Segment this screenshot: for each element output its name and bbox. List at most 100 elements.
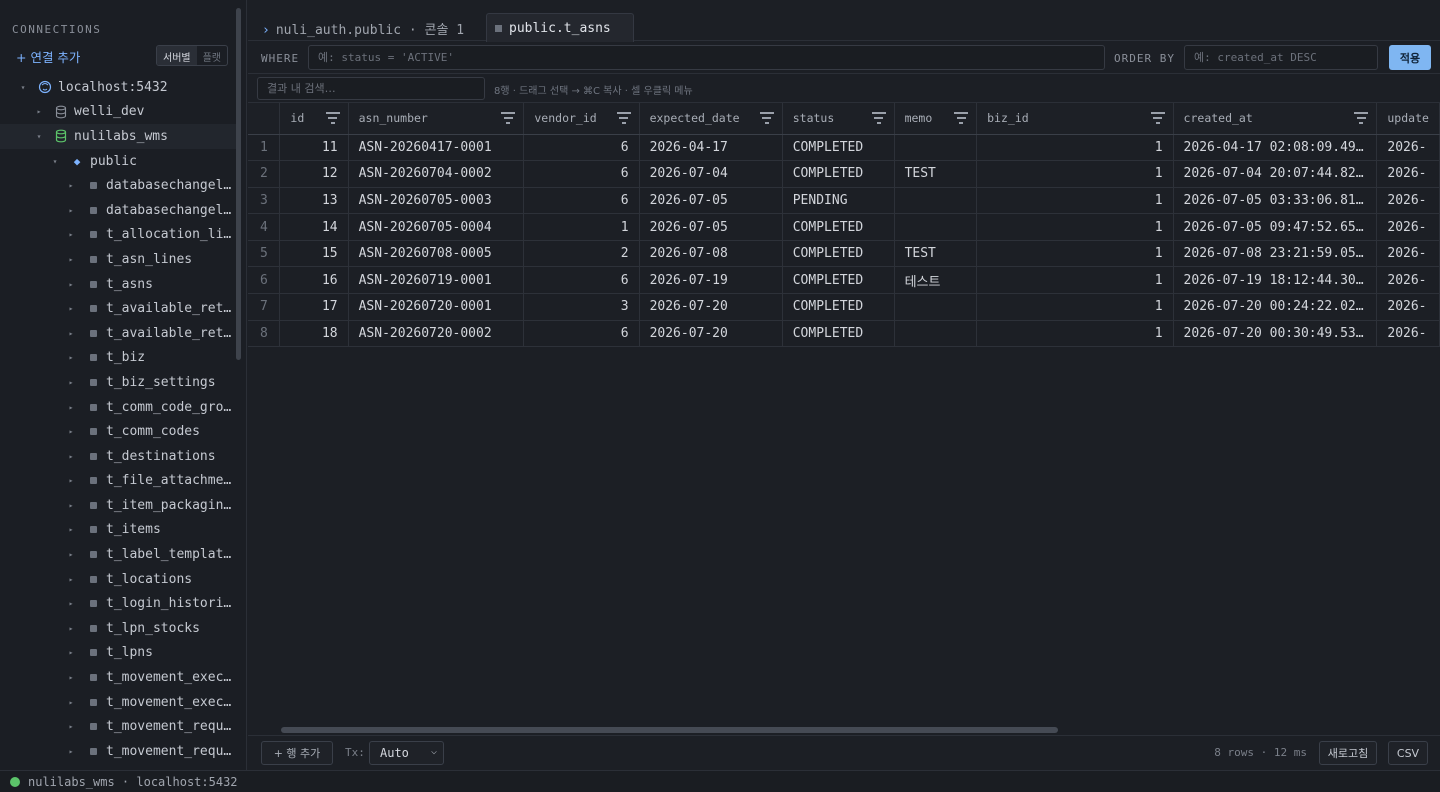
chevron-right-icon[interactable]: ▸: [66, 280, 76, 289]
toggle-flat[interactable]: 플랫: [197, 46, 227, 65]
tree-item[interactable]: ▸ t_movement_exec…: [0, 690, 236, 715]
tree-item[interactable]: ▸ welli_dev: [0, 100, 236, 125]
chevron-right-icon[interactable]: ▸: [66, 329, 76, 338]
tree-item[interactable]: ▾ nulilabs_wms: [0, 124, 236, 149]
table-cell[interactable]: ASN-20260708-0005: [348, 240, 525, 268]
table-cell[interactable]: 6: [523, 187, 640, 215]
csv-export-button[interactable]: CSV: [1388, 741, 1428, 765]
order-by-input[interactable]: [1184, 45, 1378, 70]
table-row[interactable]: 7 17 ASN-20260720-0001 3 2026-07-20 COMPLETED…: [248, 293, 1440, 321]
table-cell[interactable]: 2026-: [1376, 213, 1440, 241]
table-cell[interactable]: 2026-07-20: [639, 320, 783, 348]
table-cell[interactable]: ASN-20260720-0001: [348, 293, 525, 321]
table-cell[interactable]: 11: [279, 134, 349, 162]
table-cell[interactable]: 1: [976, 293, 1174, 321]
column-header[interactable]: asn_number: [348, 103, 525, 135]
table-cell[interactable]: 2026-07-20: [639, 293, 783, 321]
chevron-right-icon[interactable]: ▸: [66, 648, 76, 657]
table-row[interactable]: 8 18 ASN-20260720-0002 6 2026-07-20 COMPLETED…: [248, 320, 1440, 348]
table-cell[interactable]: 1: [523, 213, 640, 241]
table-cell[interactable]: 1: [976, 134, 1174, 162]
chevron-right-icon[interactable]: ▸: [66, 353, 76, 362]
tree-item[interactable]: ▸ t_item_packagin…: [0, 493, 236, 518]
table-cell[interactable]: ASN-20260704-0002: [348, 160, 525, 188]
table-row[interactable]: 1 11 ASN-20260417-0001 6 2026-04-17 COMPLETED…: [248, 134, 1440, 162]
chevron-right-icon[interactable]: ▸: [66, 673, 76, 682]
table-cell[interactable]: COMPLETED: [782, 160, 895, 188]
table-cell[interactable]: TEST: [894, 240, 978, 268]
tree-item[interactable]: ▸ t_movement_exec…: [0, 665, 236, 690]
chevron-right-icon[interactable]: ▸: [66, 525, 76, 534]
tree-item[interactable]: ▸ t_available_ret…: [0, 321, 236, 346]
column-header[interactable]: biz_id: [976, 103, 1174, 135]
tree-item[interactable]: ▸ t_asn_lines: [0, 247, 236, 272]
chevron-right-icon[interactable]: ▸: [66, 501, 76, 510]
tree-item[interactable]: ▸ databasechangel…: [0, 173, 236, 198]
tree-item[interactable]: ▸ t_available_ret…: [0, 296, 236, 321]
add-row-button[interactable]: + 행 추가: [261, 741, 333, 765]
table-cell[interactable]: 2026-04-17 02:08:09.49…: [1173, 134, 1378, 162]
column-header[interactable]: created_at: [1173, 103, 1378, 135]
table-cell[interactable]: COMPLETED: [782, 134, 895, 162]
apply-button[interactable]: 적용: [1389, 45, 1431, 70]
table-cell[interactable]: ASN-20260417-0001: [348, 134, 525, 162]
table-cell[interactable]: COMPLETED: [782, 320, 895, 348]
tree-item[interactable]: ▸ t_destinations: [0, 444, 236, 469]
filter-icon[interactable]: [1354, 112, 1369, 127]
tree-item[interactable]: ▸ t_items: [0, 518, 236, 543]
sidebar-scrollbar[interactable]: [236, 8, 241, 360]
table-cell[interactable]: 2026-: [1376, 134, 1440, 162]
result-search-input[interactable]: [257, 77, 485, 100]
filter-icon[interactable]: [871, 112, 886, 127]
chevron-right-icon[interactable]: ▸: [66, 403, 76, 412]
table-cell[interactable]: 2026-: [1376, 187, 1440, 215]
tab-console[interactable]: › nuli_auth.public · 콘솔 1: [262, 19, 464, 38]
toggle-by-server[interactable]: 서버별: [157, 46, 197, 65]
chevron-down-icon[interactable]: ▾: [18, 83, 28, 92]
chevron-down-icon[interactable]: ▾: [34, 132, 44, 141]
table-cell[interactable]: [894, 320, 978, 348]
table-cell[interactable]: [894, 187, 978, 215]
table-row[interactable]: 4 14 ASN-20260705-0004 1 2026-07-05 COMPLETED…: [248, 213, 1440, 241]
chevron-right-icon[interactable]: ▸: [66, 575, 76, 584]
chevron-right-icon[interactable]: ▸: [66, 550, 76, 559]
table-cell[interactable]: 2026-07-19: [639, 266, 783, 295]
table-cell[interactable]: 2026-07-20 00:30:49.53…: [1173, 320, 1378, 348]
table-cell[interactable]: 2026-: [1376, 320, 1440, 348]
table-cell[interactable]: 2026-07-08 23:21:59.05…: [1173, 240, 1378, 268]
table-cell[interactable]: [894, 213, 978, 241]
tree-item[interactable]: ▸ t_login_histori…: [0, 591, 236, 616]
tree-item[interactable]: ▸ t_movement_requ…: [0, 714, 236, 739]
table-cell[interactable]: 6: [523, 134, 640, 162]
filter-icon[interactable]: [616, 112, 631, 127]
chevron-right-icon[interactable]: ▸: [66, 476, 76, 485]
table-cell[interactable]: 14: [279, 213, 349, 241]
add-connection-button[interactable]: + 연결 추가: [16, 47, 80, 66]
table-cell[interactable]: 6: [523, 160, 640, 188]
tree-item[interactable]: ▸ t_file_attachme…: [0, 469, 236, 494]
table-row[interactable]: 3 13 ASN-20260705-0003 6 2026-07-05 PENDING 1 2…: [248, 187, 1440, 215]
table-cell[interactable]: 2026-: [1376, 240, 1440, 268]
horizontal-scrollbar[interactable]: [281, 727, 1058, 733]
table-cell[interactable]: 3: [523, 293, 640, 321]
tree-item[interactable]: ▸ t_movement_requ…: [0, 739, 236, 764]
table-cell[interactable]: 16: [279, 266, 349, 295]
table-cell[interactable]: TEST: [894, 160, 978, 188]
tree-item[interactable]: ▸ t_comm_codes: [0, 419, 236, 444]
table-cell[interactable]: 13: [279, 187, 349, 215]
chevron-right-icon[interactable]: ▸: [66, 304, 76, 313]
chevron-right-icon[interactable]: ▸: [66, 599, 76, 608]
tree-item[interactable]: ▸ t_biz_settings: [0, 370, 236, 395]
table-cell[interactable]: 2026-07-04 20:07:44.82…: [1173, 160, 1378, 188]
table-cell[interactable]: 6: [523, 266, 640, 295]
column-header[interactable]: expected_date: [639, 103, 783, 135]
chevron-right-icon[interactable]: ▸: [66, 378, 76, 387]
chevron-right-icon[interactable]: ▸: [66, 624, 76, 633]
column-header[interactable]: vendor_id: [523, 103, 640, 135]
filter-icon[interactable]: [759, 112, 774, 127]
column-header[interactable]: status: [782, 103, 895, 135]
table-cell[interactable]: 6: [523, 320, 640, 348]
table-cell[interactable]: 2026-07-19 18:12:44.30…: [1173, 266, 1378, 295]
table-cell[interactable]: 2026-07-20 00:24:22.02…: [1173, 293, 1378, 321]
tree-item[interactable]: ▸ t_biz: [0, 346, 236, 371]
